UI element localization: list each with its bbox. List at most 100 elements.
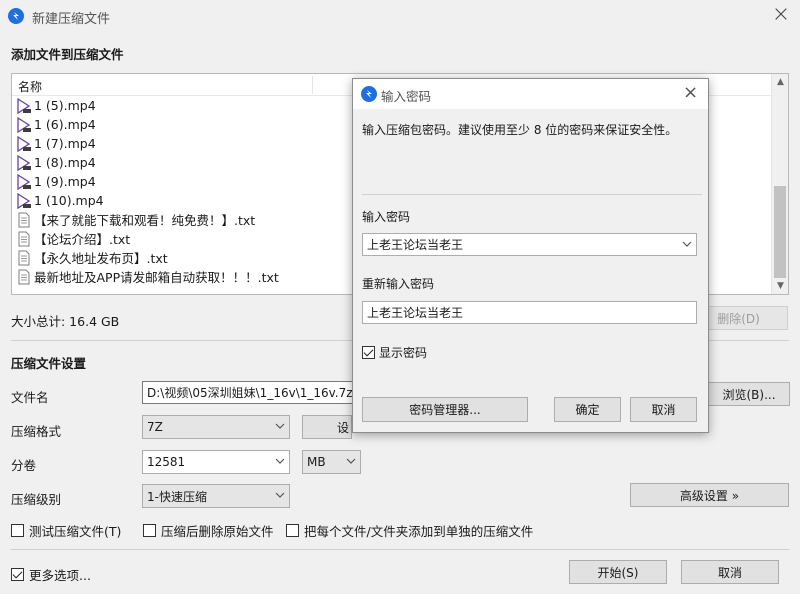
file-name: 【永久地址发布页】.txt: [34, 251, 168, 266]
separate-archives-option[interactable]: 把每个文件/文件夹添加到单独的压缩文件: [286, 521, 533, 540]
chevron-down-icon: [275, 492, 285, 498]
video-file-icon: [16, 97, 32, 114]
format-select[interactable]: 7Z: [142, 415, 290, 439]
file-list-item[interactable]: 【论坛介绍】.txt: [16, 229, 130, 248]
format-settings-button[interactable]: 设: [302, 415, 352, 439]
show-password-checkbox[interactable]: [362, 346, 375, 359]
password-input[interactable]: 上老王论坛当老王: [362, 233, 697, 256]
confirm-password-value: 上老王论坛当老王: [367, 306, 464, 320]
file-list-item[interactable]: 1 (7).mp4: [16, 134, 96, 153]
filename-label: 文件名: [11, 390, 49, 405]
password-label: 输入密码: [362, 210, 411, 224]
video-file-icon: [16, 116, 32, 133]
dialog-title-bar: 输入密码 ×: [353, 79, 708, 109]
dialog-divider: [362, 194, 702, 195]
split-size-combo[interactable]: 12581: [142, 450, 290, 474]
more-options-toggle[interactable]: 更多选项...: [11, 565, 91, 584]
file-name: 1 (5).mp4: [34, 98, 96, 113]
settings-section-title: 压缩文件设置: [11, 356, 87, 371]
vertical-scrollbar[interactable]: ▲ ▼: [771, 74, 788, 294]
file-list-item[interactable]: 1 (9).mp4: [16, 172, 96, 191]
split-value: 12581: [147, 455, 186, 469]
chevron-down-icon[interactable]: [682, 239, 692, 249]
column-header-name[interactable]: 名称: [18, 78, 42, 95]
file-list-item[interactable]: 1 (5).mp4: [16, 96, 96, 115]
format-value: 7Z: [147, 420, 163, 434]
delete-after-option[interactable]: 压缩后删除原始文件: [143, 521, 274, 540]
format-settings-label: 设: [336, 420, 349, 435]
column-divider[interactable]: [312, 76, 313, 94]
close-icon[interactable]: ×: [766, 1, 796, 31]
text-file-icon: [16, 250, 32, 266]
delete-after-label: 压缩后删除原始文件: [161, 524, 274, 539]
password-dialog: 输入密码 × 输入压缩包密码。建议使用至少 8 位的密码来保证安全性。 输入密码…: [352, 78, 709, 433]
file-name: 【论坛介绍】.txt: [34, 232, 131, 247]
filename-field[interactable]: D:\视频\05深圳姐妹\1_16v\1_16v.7z: [142, 381, 357, 404]
text-file-icon: [16, 269, 32, 285]
video-file-icon: [16, 154, 32, 171]
advanced-settings-label: 高级设置 »: [679, 488, 740, 503]
test-archive-option[interactable]: 测试压缩文件(T): [11, 521, 121, 540]
file-list-item[interactable]: 最新地址及APP请发邮箱自动获取！！！.txt: [16, 267, 279, 286]
password-value: 上老王论坛当老王: [367, 238, 464, 252]
dialog-close-icon[interactable]: ×: [683, 83, 698, 103]
file-name: 1 (6).mp4: [34, 117, 96, 132]
file-name: 1 (8).mp4: [34, 155, 96, 170]
delete-button-label: 删除(D): [717, 311, 760, 326]
file-list-item[interactable]: 【来了就能下载和观看！纯免费！】.txt: [16, 210, 255, 229]
file-name: 最新地址及APP请发邮箱自动获取！！！.txt: [34, 270, 279, 285]
split-unit-select[interactable]: MB: [302, 450, 361, 474]
file-name: 1 (7).mp4: [34, 136, 96, 151]
ok-button[interactable]: 确定: [554, 397, 621, 422]
password-manager-label: 密码管理器...: [409, 403, 481, 417]
level-select[interactable]: 1-快速压缩: [142, 484, 290, 508]
files-section-title: 添加文件到压缩文件: [11, 47, 124, 62]
dialog-cancel-label: 取消: [651, 403, 676, 417]
start-button-label: 开始(S): [597, 565, 639, 580]
text-file-icon: [16, 231, 32, 247]
advanced-settings-button[interactable]: 高级设置 »: [630, 483, 789, 507]
start-button[interactable]: 开始(S): [569, 560, 667, 584]
password-manager-button[interactable]: 密码管理器...: [362, 397, 528, 422]
chevron-down-icon[interactable]: [275, 456, 285, 466]
file-list-item[interactable]: 1 (10).mp4: [16, 191, 104, 210]
show-password-option[interactable]: 显示密码: [362, 344, 427, 361]
split-unit-value: MB: [307, 455, 326, 469]
total-size: 大小总计: 16.4 GB: [11, 314, 120, 329]
dialog-title: 输入密码: [381, 89, 432, 104]
chevron-down-icon: [275, 423, 285, 429]
dialog-cancel-button[interactable]: 取消: [630, 397, 697, 422]
file-name: 【来了就能下载和观看！纯免费！】.txt: [34, 213, 256, 228]
separate-archives-label: 把每个文件/文件夹添加到单独的压缩文件: [304, 524, 534, 539]
confirm-password-label: 重新输入密码: [362, 277, 435, 291]
scroll-thumb[interactable]: [774, 186, 786, 278]
test-archive-label: 测试压缩文件(T): [29, 524, 122, 539]
more-options-label: 更多选项...: [29, 568, 91, 583]
scroll-down-icon[interactable]: ▼: [775, 281, 786, 291]
dialog-logo-icon: [361, 86, 377, 102]
confirm-password-input[interactable]: 上老王论坛当老王: [362, 301, 697, 324]
file-list-item[interactable]: 1 (8).mp4: [16, 153, 96, 172]
delete-after-checkbox[interactable]: [143, 524, 156, 537]
video-file-icon: [16, 135, 32, 152]
file-list-item[interactable]: 【永久地址发布页】.txt: [16, 248, 168, 267]
browse-button[interactable]: 浏览(B)...: [708, 382, 790, 406]
file-name: 1 (9).mp4: [34, 174, 96, 189]
file-list-item[interactable]: 1 (6).mp4: [16, 115, 96, 134]
ok-button-label: 确定: [575, 403, 600, 417]
file-name: 1 (10).mp4: [34, 193, 104, 208]
split-label: 分卷: [11, 458, 37, 473]
video-file-icon: [16, 173, 32, 190]
video-file-icon: [16, 192, 32, 209]
text-file-icon: [16, 212, 32, 228]
footer-divider: [11, 549, 789, 550]
filename-value: D:\视频\05深圳姐妹\1_16v\1_16v.7z: [147, 386, 353, 400]
chevron-down-icon: [346, 458, 356, 464]
level-value: 1-快速压缩: [147, 489, 207, 504]
test-archive-checkbox[interactable]: [11, 524, 24, 537]
scroll-up-icon[interactable]: ▲: [775, 77, 786, 87]
cancel-button[interactable]: 取消: [681, 560, 779, 584]
more-options-checkbox[interactable]: [11, 568, 24, 581]
separate-archives-checkbox[interactable]: [286, 524, 299, 537]
level-label: 压缩级别: [11, 492, 62, 507]
